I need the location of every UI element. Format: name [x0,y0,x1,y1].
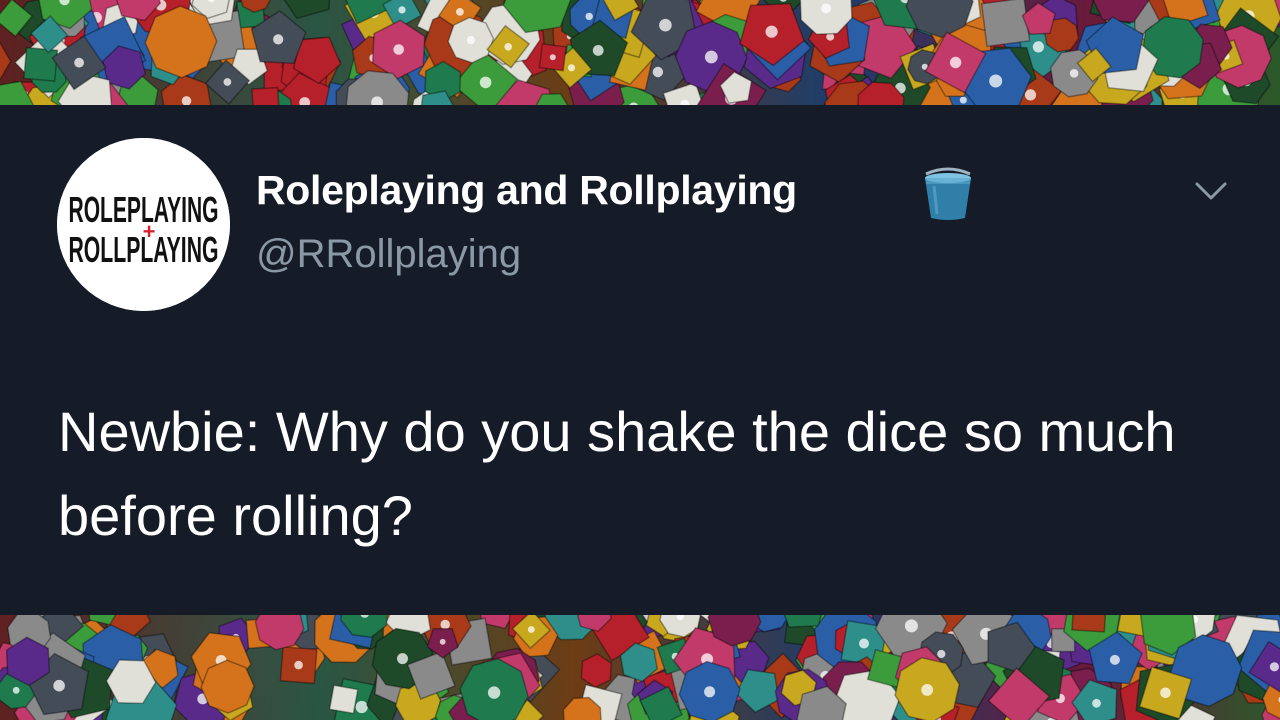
die-pip [549,54,556,61]
die-pip [592,45,604,56]
die-shape [144,5,218,79]
die-pip [1160,687,1171,699]
die-pip [53,679,65,692]
die-pip [397,653,408,665]
die-pip [567,64,576,72]
die-pip [504,43,512,51]
die-pip [585,12,593,21]
die-pip [1032,41,1044,53]
die-pip [821,3,832,14]
avatar-logo-symbol: + [143,219,156,244]
die-shape [251,86,280,105]
die-pip [466,36,475,45]
die-pip [294,660,303,670]
chevron-down-icon[interactable] [1194,180,1228,207]
die-pip [273,34,284,45]
die-pip [487,686,501,699]
avatar[interactable]: ROLEPLAYING ROLLPLAYING + [57,138,230,311]
die-shape [1071,615,1107,633]
die-pip [921,684,934,696]
dice-background-bottom [0,615,1280,720]
die-pip [959,96,967,104]
die-pip [1109,654,1120,665]
die-pip [223,78,232,86]
die-pip [989,74,1003,88]
die-pip [704,50,718,64]
die-pip [439,638,446,645]
die-pip [456,7,464,16]
die-pip [1024,89,1037,101]
dice-background-top [0,0,1280,105]
die-pip [393,44,405,55]
die-pip [652,66,664,78]
die-pip [12,686,20,694]
die-shape [23,46,59,82]
user-handle[interactable]: @RRollplaying [256,232,521,277]
die-pip [398,6,406,14]
die-pip [1092,698,1101,708]
die-shape [200,659,255,714]
die-pip [1269,662,1279,672]
die-pip [859,638,869,649]
die-pip [765,25,778,38]
die-pip [440,619,450,630]
avatar-logo: ROLEPLAYING ROLLPLAYING + [57,138,230,311]
die-shape [328,684,359,715]
display-name[interactable]: Roleplaying and Rollplaying [256,167,797,214]
die-shape [980,0,1031,48]
die-shape [0,42,12,80]
die-pip [904,619,918,633]
die-pip [1069,69,1079,78]
die-pip [704,686,716,698]
bucket-icon [918,162,978,227]
die-pip [479,76,492,89]
die-pip [937,649,946,659]
die-pip [527,626,535,633]
die-pip [355,700,368,714]
tweet-text: Newbie: Why do you shake the dice so muc… [58,400,1176,547]
die-pip [659,18,672,32]
die-pip [74,57,84,68]
die-shape [580,653,613,689]
die-pip [949,56,962,69]
